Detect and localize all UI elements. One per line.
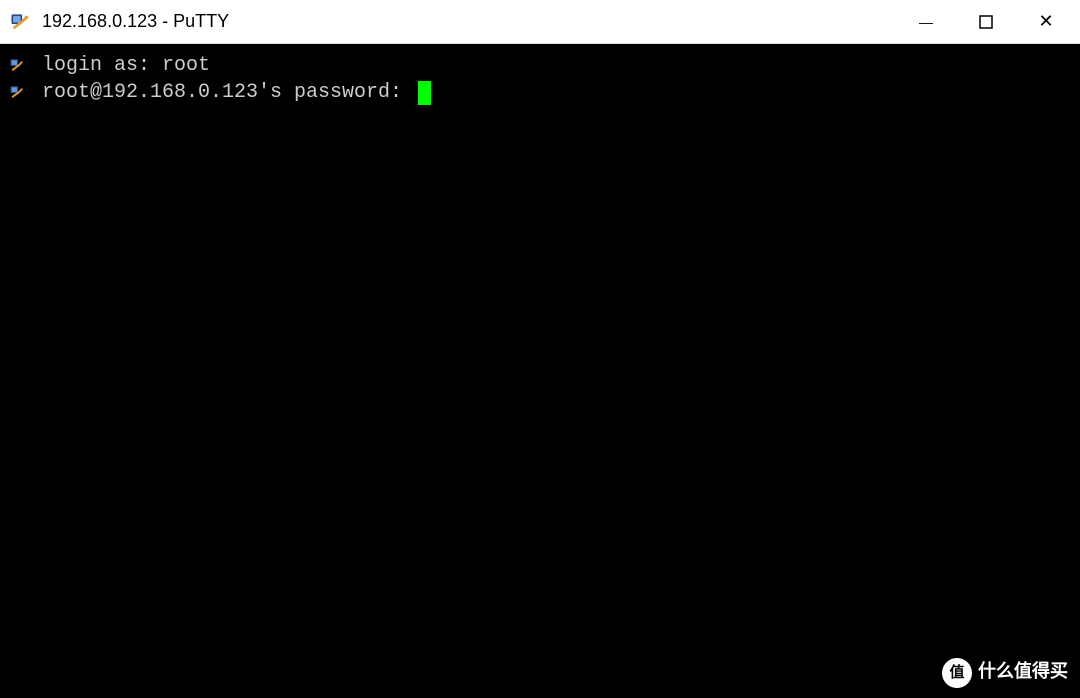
terminal-text: login as: root <box>42 52 210 79</box>
maximize-icon <box>979 15 993 29</box>
terminal-line: root@192.168.0.123's password: <box>6 79 1074 106</box>
watermark-badge: 值 <box>942 658 972 688</box>
window-title: 192.168.0.123 - PuTTY <box>42 11 896 32</box>
putty-line-icon <box>6 55 30 77</box>
window-controls: — ✕ <box>896 0 1076 43</box>
watermark: 值 什么值得买 <box>942 658 1068 688</box>
putty-app-icon <box>8 10 32 34</box>
watermark-text: 什么值得买 <box>978 660 1068 687</box>
terminal-line: login as: root <box>6 52 1074 79</box>
window-titlebar[interactable]: 192.168.0.123 - PuTTY — ✕ <box>0 0 1080 44</box>
close-button[interactable]: ✕ <box>1016 0 1076 43</box>
terminal-area[interactable]: login as: root root@192.168.0.123's pass… <box>0 44 1080 698</box>
terminal-text: root@192.168.0.123's password: <box>42 79 414 106</box>
minimize-button[interactable]: — <box>896 0 956 43</box>
putty-line-icon <box>6 82 30 104</box>
terminal-cursor <box>418 81 431 105</box>
maximize-button[interactable] <box>956 0 1016 43</box>
